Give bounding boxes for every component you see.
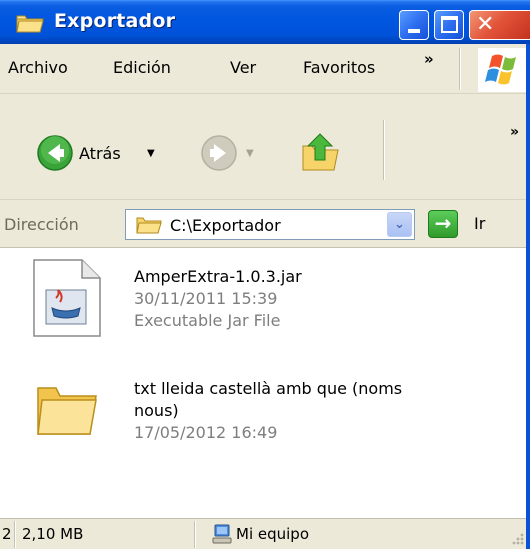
window-title: Exportador — [54, 10, 176, 32]
windows-logo-icon — [478, 48, 530, 92]
computer-icon — [212, 524, 232, 544]
status-location: Mi equipo — [236, 525, 310, 543]
address-label: Dirección — [4, 215, 79, 234]
menu-archivo[interactable]: Archivo — [8, 58, 68, 77]
file-date: 30/11/2011 15:39 — [134, 289, 278, 308]
folder-name-line2: nous) — [134, 401, 179, 420]
status-item-count: 2 — [2, 525, 12, 543]
address-input[interactable]: C:\Exportador ⌄ — [125, 209, 415, 240]
title-bar[interactable]: Exportador ✕ — [0, 0, 530, 44]
minimize-button[interactable] — [399, 10, 429, 40]
folder-icon — [37, 387, 97, 435]
window-border — [526, 44, 530, 549]
address-path: C:\Exportador — [170, 216, 281, 235]
status-bar: 2 2,10 MB Mi equipo — [0, 518, 530, 549]
folder-icon — [136, 217, 162, 234]
menu-favoritos[interactable]: Favoritos — [303, 58, 375, 77]
maximize-icon — [441, 16, 458, 33]
folder-up-icon[interactable] — [300, 130, 340, 174]
address-dropdown-icon[interactable]: ⌄ — [387, 212, 412, 237]
file-name: AmperExtra-1.0.3.jar — [134, 267, 302, 286]
forward-arrow-icon[interactable] — [200, 134, 238, 172]
toolbar-separator — [383, 120, 385, 180]
menu-overflow-chevron[interactable]: » — [424, 50, 434, 68]
close-button[interactable]: ✕ — [469, 10, 530, 40]
go-arrow-icon[interactable]: → — [428, 210, 458, 238]
menu-bar: Archivo Edición Ver Favoritos » — [0, 44, 530, 94]
back-dropdown-arrow[interactable]: ▼ — [147, 148, 155, 159]
go-button[interactable]: Ir — [474, 214, 485, 233]
file-item-jar[interactable]: AmperExtra-1.0.3.jar 30/11/2011 15:39 Ex… — [0, 248, 530, 358]
minimize-icon — [408, 29, 420, 33]
status-separator — [14, 521, 16, 548]
jar-file-icon — [33, 259, 101, 337]
back-label[interactable]: Atrás — [79, 144, 121, 163]
address-bar: Dirección C:\Exportador ⌄ → Ir — [0, 200, 530, 248]
resize-grip-icon[interactable] — [506, 527, 526, 547]
menu-separator — [459, 48, 461, 90]
close-icon: ✕ — [476, 12, 495, 37]
folder-name-line1: txt lleida castellà amb que (noms — [134, 379, 403, 398]
forward-dropdown-arrow[interactable]: ▼ — [246, 148, 254, 159]
toolbar-overflow-chevron[interactable]: » — [510, 124, 519, 140]
status-size: 2,10 MB — [22, 525, 84, 543]
menu-ver[interactable]: Ver — [230, 58, 256, 77]
file-list: AmperExtra-1.0.3.jar 30/11/2011 15:39 Ex… — [0, 248, 530, 518]
toolbar: Atrás ▼ ▼ » — [0, 94, 530, 200]
folder-date: 17/05/2012 16:49 — [134, 423, 278, 442]
back-arrow-icon[interactable] — [36, 134, 74, 172]
file-item-folder[interactable]: txt lleida castellà amb que (noms nous) … — [0, 368, 530, 478]
maximize-button[interactable] — [434, 10, 464, 40]
file-type: Executable Jar File — [134, 311, 281, 330]
explorer-window: Exportador ✕ Archivo Edición Ver Favorit… — [0, 0, 530, 549]
folder-icon — [16, 15, 44, 33]
status-separator — [194, 521, 196, 548]
menu-edicion[interactable]: Edición — [113, 58, 171, 77]
